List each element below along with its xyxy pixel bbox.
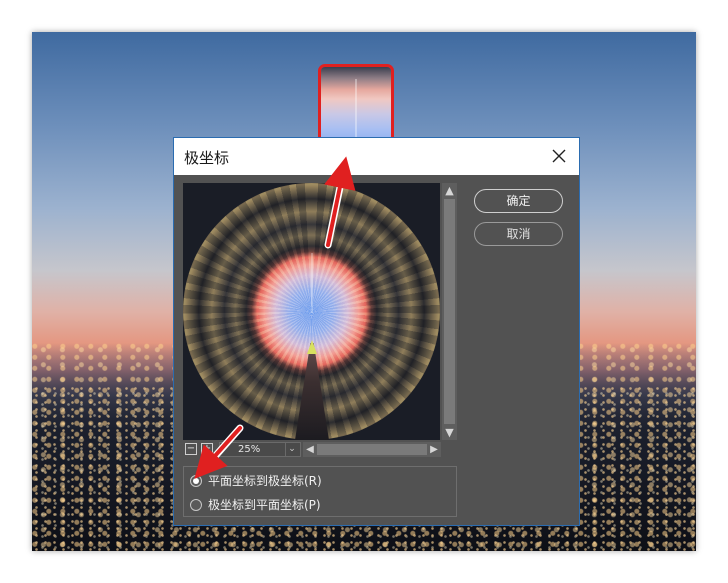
- scroll-right-icon[interactable]: ▶: [428, 443, 440, 456]
- dialog-titlebar: 极坐标: [174, 138, 579, 175]
- polar-seam: [311, 253, 313, 313]
- option-label: 极坐标到平面坐标(P): [208, 498, 321, 512]
- preview-area[interactable]: [183, 183, 440, 440]
- close-icon: [552, 149, 566, 163]
- option-polar-to-rectangular[interactable]: 极坐标到平面坐标(P): [190, 497, 321, 513]
- close-button[interactable]: [549, 146, 569, 166]
- option-rectangular-to-polar[interactable]: 平面坐标到极坐标(R): [190, 473, 322, 489]
- option-label: 平面坐标到极坐标(R): [208, 474, 322, 488]
- radio-checked[interactable]: [190, 475, 202, 487]
- zoom-level-select[interactable]: 25% ⌄: [219, 442, 301, 457]
- cancel-button[interactable]: 取消: [474, 222, 563, 246]
- conversion-options-group: 平面坐标到极坐标(R) 极坐标到平面坐标(P): [183, 466, 457, 517]
- zoom-bar: − + 25% ⌄ ◀ ▶: [183, 442, 457, 458]
- horizontal-scroll-thumb[interactable]: [317, 444, 427, 455]
- dialog-title: 极坐标: [184, 149, 230, 167]
- polar-coordinates-dialog: 极坐标 ▲ ▼ − + 25% ⌄ ◀ ▶ 确定 取消 平面坐标到极坐标(R) …: [173, 137, 580, 526]
- horizontal-scrollbar[interactable]: ◀ ▶: [303, 442, 441, 457]
- scroll-up-icon[interactable]: ▲: [443, 184, 456, 197]
- vertical-scrollbar[interactable]: ▲ ▼: [442, 183, 457, 440]
- zoom-out-button[interactable]: −: [185, 443, 197, 455]
- minus-icon: −: [186, 443, 196, 454]
- scroll-left-icon[interactable]: ◀: [304, 443, 316, 456]
- zoom-level-value: 25%: [238, 444, 261, 455]
- zoom-in-button[interactable]: +: [201, 443, 213, 455]
- ok-button[interactable]: 确定: [474, 189, 563, 213]
- chevron-down-icon: ⌄: [285, 443, 298, 456]
- scroll-down-icon[interactable]: ▼: [443, 426, 456, 439]
- vertical-scroll-thumb[interactable]: [444, 199, 455, 424]
- radio-unchecked[interactable]: [190, 499, 202, 511]
- plus-icon: +: [202, 443, 212, 454]
